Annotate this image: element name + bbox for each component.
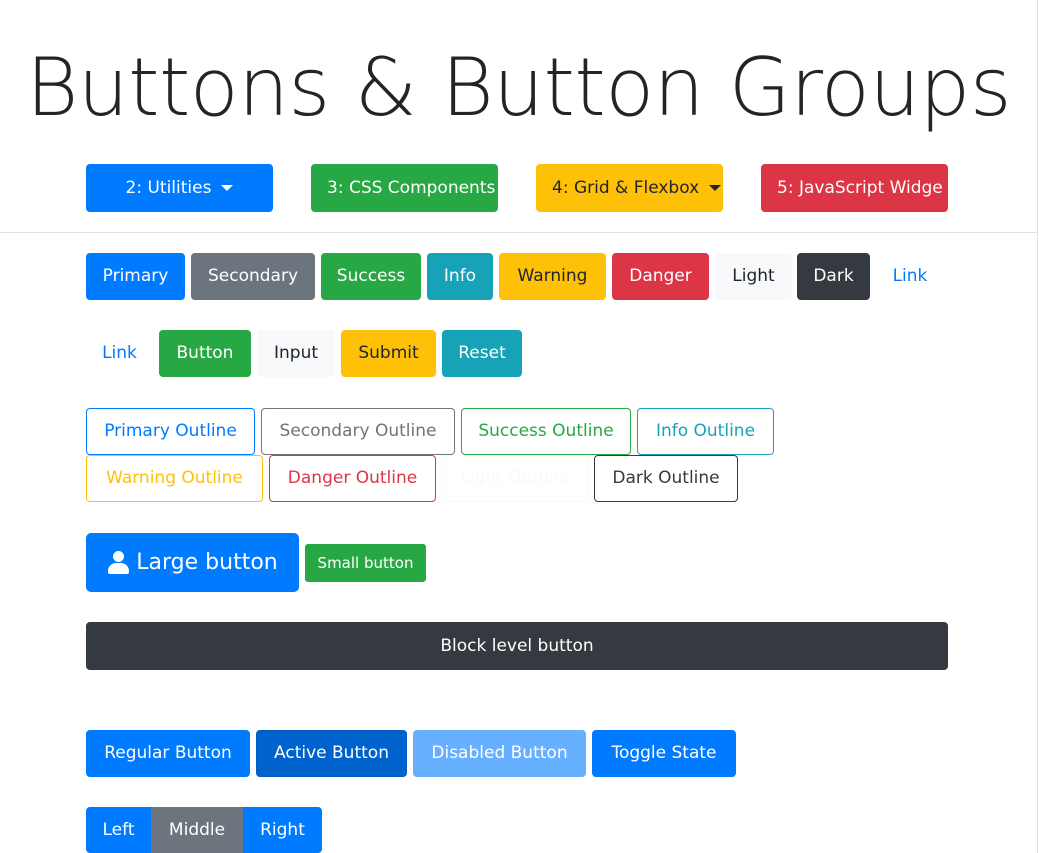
secondary-button[interactable]: Secondary — [191, 253, 315, 300]
large-button-label: Large button — [136, 549, 278, 575]
nav-utilities-dropdown[interactable]: 2: Utilities — [86, 164, 273, 212]
dark-button[interactable]: Dark — [797, 253, 870, 300]
large-button[interactable]: Large button — [86, 533, 299, 592]
disabled-button: Disabled Button — [413, 730, 586, 777]
info-outline-button[interactable]: Info Outline — [637, 408, 774, 455]
danger-outline-button[interactable]: Danger Outline — [269, 455, 436, 502]
link-button[interactable]: Link — [876, 253, 944, 300]
success-outline-button[interactable]: Success Outline — [461, 408, 631, 455]
light-button[interactable]: Light — [715, 253, 792, 300]
reset-button[interactable]: Reset — [442, 330, 522, 377]
chevron-down-icon — [709, 185, 722, 191]
nav-divider — [0, 232, 1037, 233]
small-button[interactable]: Small button — [305, 544, 426, 582]
submit-button[interactable]: Submit — [341, 330, 436, 377]
primary-button[interactable]: Primary — [86, 253, 185, 300]
nav-css-components-label: 3: CSS Components — [327, 177, 496, 198]
success-button[interactable]: Success — [321, 253, 421, 300]
danger-button[interactable]: Danger — [612, 253, 709, 300]
button-element[interactable]: Button — [159, 330, 251, 377]
active-button[interactable]: Active Button — [256, 730, 407, 777]
warning-button[interactable]: Warning — [499, 253, 606, 300]
toggle-state-button[interactable]: Toggle State — [592, 730, 736, 777]
block-level-button[interactable]: Block level button — [86, 622, 948, 670]
group-middle-button[interactable]: Middle — [151, 807, 243, 853]
dark-outline-button[interactable]: Dark Outline — [594, 455, 738, 502]
nav-javascript-widgets-button[interactable]: 5: JavaScript Widge — [761, 164, 948, 212]
nav-javascript-widgets-label: 5: JavaScript Widge — [777, 177, 943, 198]
page-right-border — [1037, 0, 1038, 853]
nav-grid-flexbox-label: 4: Grid & Flexbox — [552, 177, 700, 198]
light-outline-button[interactable]: Light Outline — [442, 455, 588, 502]
user-icon — [107, 550, 130, 575]
group-left-button[interactable]: Left — [86, 807, 151, 853]
nav-utilities-label: 2: Utilities — [125, 177, 212, 198]
regular-button[interactable]: Regular Button — [86, 730, 250, 777]
chevron-down-icon — [221, 185, 234, 191]
group-right-button[interactable]: Right — [243, 807, 322, 853]
primary-outline-button[interactable]: Primary Outline — [86, 408, 255, 455]
nav-css-components-button[interactable]: 3: CSS Components — [311, 164, 498, 212]
page-title: Buttons & Button Groups — [25, 41, 1012, 134]
info-button[interactable]: Info — [427, 253, 493, 300]
nav-grid-flexbox-dropdown[interactable]: 4: Grid & Flexbox — [536, 164, 723, 212]
secondary-outline-button[interactable]: Secondary Outline — [261, 408, 455, 455]
warning-outline-button[interactable]: Warning Outline — [86, 455, 263, 502]
input-element-button[interactable]: Input — [257, 330, 335, 377]
link-element-button[interactable]: Link — [86, 330, 153, 377]
